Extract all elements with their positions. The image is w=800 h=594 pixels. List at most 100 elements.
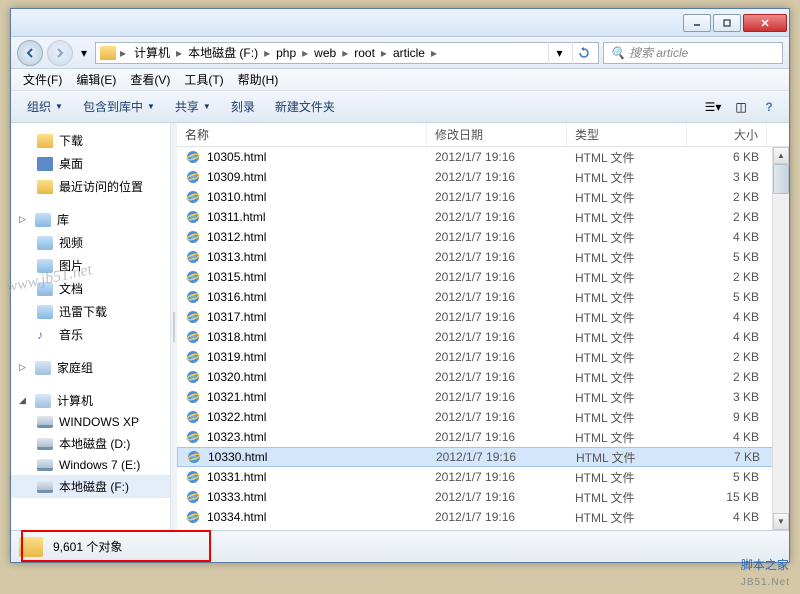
- branding: 脚本之家 JB51.Net: [741, 556, 790, 590]
- file-row[interactable]: 10313.html2012/1/7 19:16HTML 文件5 KB: [177, 247, 789, 267]
- file-row[interactable]: 10321.html2012/1/7 19:16HTML 文件3 KB: [177, 387, 789, 407]
- menu-tools[interactable]: 工具(T): [178, 69, 229, 90]
- close-button[interactable]: [743, 14, 787, 32]
- sidebar-music[interactable]: ♪音乐: [11, 323, 170, 346]
- file-size: 2 KB: [687, 210, 767, 224]
- sidebar-homegroup[interactable]: ▷家庭组: [11, 356, 170, 379]
- file-row[interactable]: 10310.html2012/1/7 19:16HTML 文件2 KB: [177, 187, 789, 207]
- organize-button[interactable]: 组织▼: [19, 94, 71, 119]
- column-date[interactable]: 修改日期: [427, 123, 567, 146]
- sidebar-xunlei[interactable]: 迅雷下载: [11, 300, 170, 323]
- sidebar-pictures[interactable]: 图片: [11, 254, 170, 277]
- file-row[interactable]: 10312.html2012/1/7 19:16HTML 文件4 KB: [177, 227, 789, 247]
- file-row[interactable]: 10320.html2012/1/7 19:16HTML 文件2 KB: [177, 367, 789, 387]
- file-row[interactable]: 10322.html2012/1/7 19:16HTML 文件9 KB: [177, 407, 789, 427]
- file-date: 2012/1/7 19:16: [427, 270, 567, 284]
- file-row[interactable]: 10330.html2012/1/7 19:16HTML 文件7 KB: [177, 447, 789, 467]
- file-row[interactable]: 10318.html2012/1/7 19:16HTML 文件4 KB: [177, 327, 789, 347]
- maximize-button[interactable]: [713, 14, 741, 32]
- forward-button[interactable]: [47, 40, 73, 66]
- file-row[interactable]: 10305.html2012/1/7 19:16HTML 文件6 KB: [177, 147, 789, 167]
- history-dropdown[interactable]: ▾: [77, 42, 91, 64]
- file-type: HTML 文件: [567, 369, 687, 386]
- breadcrumb-item[interactable]: article: [389, 46, 429, 60]
- back-button[interactable]: [17, 40, 43, 66]
- video-icon: [37, 236, 53, 250]
- file-row[interactable]: 10309.html2012/1/7 19:16HTML 文件3 KB: [177, 167, 789, 187]
- menu-edit[interactable]: 编辑(E): [70, 69, 122, 90]
- file-list[interactable]: 10305.html2012/1/7 19:16HTML 文件6 KB10309…: [177, 147, 789, 530]
- column-name[interactable]: 名称: [177, 123, 427, 146]
- search-input[interactable]: 🔍 搜索 article: [603, 42, 783, 64]
- sidebar-drive-d[interactable]: 本地磁盘 (D:): [11, 432, 170, 455]
- minimize-button[interactable]: [683, 14, 711, 32]
- help-button[interactable]: ?: [757, 95, 781, 119]
- preview-pane-button[interactable]: ◫: [729, 95, 753, 119]
- sidebar-drive-e[interactable]: Windows 7 (E:): [11, 455, 170, 475]
- file-row[interactable]: 10334.html2012/1/7 19:16HTML 文件4 KB: [177, 507, 789, 527]
- menu-help[interactable]: 帮助(H): [232, 69, 285, 90]
- file-row[interactable]: 10316.html2012/1/7 19:16HTML 文件5 KB: [177, 287, 789, 307]
- toolbar: 组织▼ 包含到库中▼ 共享▼ 刻录 新建文件夹 ☰ ▾ ◫ ?: [11, 91, 789, 123]
- sidebar-documents[interactable]: 文档: [11, 277, 170, 300]
- vertical-scrollbar[interactable]: ▲ ▼: [772, 147, 789, 530]
- menu-file[interactable]: 文件(F): [17, 69, 68, 90]
- sidebar-libraries[interactable]: ▷库: [11, 208, 170, 231]
- new-folder-button[interactable]: 新建文件夹: [267, 94, 343, 119]
- sidebar-desktop[interactable]: 桌面: [11, 152, 170, 175]
- file-row[interactable]: 10315.html2012/1/7 19:16HTML 文件2 KB: [177, 267, 789, 287]
- breadcrumb-chevron[interactable]: ▸: [340, 46, 350, 60]
- sidebar-video[interactable]: 视频: [11, 231, 170, 254]
- file-row[interactable]: 10331.html2012/1/7 19:16HTML 文件5 KB: [177, 467, 789, 487]
- sidebar-computer[interactable]: ◢计算机: [11, 389, 170, 412]
- folder-icon: [19, 537, 43, 557]
- breadcrumb-item[interactable]: root: [350, 46, 379, 60]
- include-in-library-button[interactable]: 包含到库中▼: [75, 94, 163, 119]
- file-type: HTML 文件: [567, 489, 687, 506]
- file-date: 2012/1/7 19:16: [427, 470, 567, 484]
- breadcrumb-item[interactable]: 本地磁盘 (F:): [184, 46, 262, 60]
- column-type[interactable]: 类型: [567, 123, 687, 146]
- file-row[interactable]: 10319.html2012/1/7 19:16HTML 文件2 KB: [177, 347, 789, 367]
- file-row[interactable]: 10323.html2012/1/7 19:16HTML 文件4 KB: [177, 427, 789, 447]
- scroll-thumb[interactable]: [773, 164, 789, 194]
- sidebar-drive-f[interactable]: 本地磁盘 (F:): [11, 475, 170, 498]
- breadcrumb-item[interactable]: 计算机: [130, 46, 174, 60]
- scroll-down-button[interactable]: ▼: [773, 513, 789, 530]
- sidebar-downloads[interactable]: 下载: [11, 129, 170, 152]
- scroll-up-button[interactable]: ▲: [773, 147, 789, 164]
- navigation-pane[interactable]: 下载 桌面 最近访问的位置 ▷库 视频 图片 文档 迅雷下载 ♪音乐 ▷家庭组 …: [11, 123, 171, 530]
- sidebar-recent[interactable]: 最近访问的位置: [11, 175, 170, 198]
- file-name: 10318.html: [177, 329, 427, 345]
- breadcrumb-chevron[interactable]: ▸: [174, 46, 184, 60]
- file-type: HTML 文件: [567, 309, 687, 326]
- breadcrumb-chevron[interactable]: ▸: [379, 46, 389, 60]
- breadcrumb-chevron[interactable]: ▸: [262, 46, 272, 60]
- file-name: 10319.html: [177, 349, 427, 365]
- file-row[interactable]: 10333.html2012/1/7 19:16HTML 文件15 KB: [177, 487, 789, 507]
- burn-button[interactable]: 刻录: [223, 94, 263, 119]
- file-date: 2012/1/7 19:16: [427, 390, 567, 404]
- menu-view[interactable]: 查看(V): [124, 69, 176, 90]
- breadcrumb-item[interactable]: php: [272, 46, 300, 60]
- breadcrumb-item[interactable]: web: [310, 46, 340, 60]
- file-type: HTML 文件: [567, 229, 687, 246]
- file-size: 9 KB: [687, 410, 767, 424]
- file-name: 10322.html: [177, 409, 427, 425]
- menu-bar: 文件(F) 编辑(E) 查看(V) 工具(T) 帮助(H): [11, 69, 789, 91]
- breadcrumb-chevron[interactable]: ▸: [429, 46, 439, 60]
- share-button[interactable]: 共享▼: [167, 94, 219, 119]
- drive-icon: [37, 459, 53, 471]
- path-dropdown[interactable]: ▾: [548, 42, 570, 64]
- file-row[interactable]: 10317.html2012/1/7 19:16HTML 文件4 KB: [177, 307, 789, 327]
- file-row[interactable]: 10311.html2012/1/7 19:16HTML 文件2 KB: [177, 207, 789, 227]
- view-options-button[interactable]: ☰ ▾: [701, 95, 725, 119]
- breadcrumb-chevron[interactable]: ▸: [300, 46, 310, 60]
- breadcrumb-box[interactable]: ▸ 计算机▸本地磁盘 (F:)▸php▸web▸root▸article▸ ▾: [95, 42, 599, 64]
- sidebar-drive-c[interactable]: WINDOWS XP: [11, 412, 170, 432]
- column-size[interactable]: 大小: [687, 123, 767, 146]
- documents-icon: [37, 282, 53, 296]
- refresh-button[interactable]: [572, 42, 594, 64]
- download-icon: [37, 305, 53, 319]
- file-date: 2012/1/7 19:16: [427, 370, 567, 384]
